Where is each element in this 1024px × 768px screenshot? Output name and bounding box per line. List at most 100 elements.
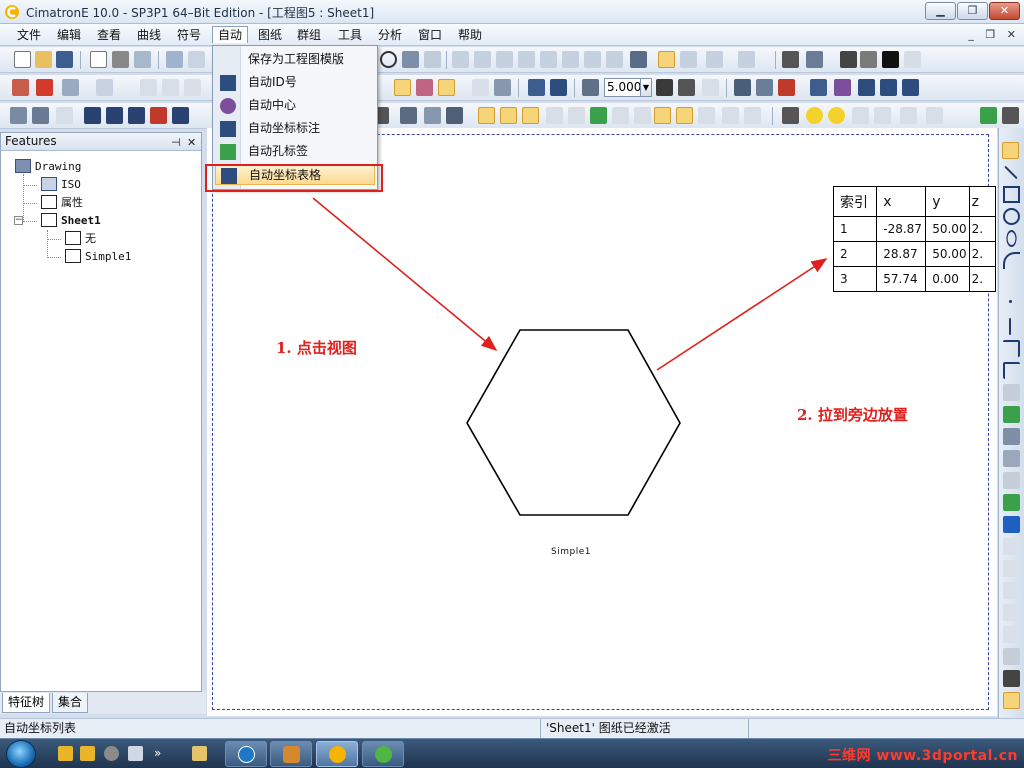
menu-item-auto-center[interactable]: 自动中心 [215, 95, 375, 116]
edit-1-icon[interactable] [140, 79, 157, 96]
close-button[interactable]: ✕ [989, 2, 1020, 20]
quicklaunch-4-icon[interactable] [128, 746, 143, 761]
spline-tool-icon[interactable] [1003, 274, 1020, 291]
bulb-2-icon[interactable] [828, 107, 845, 124]
view-cube-4-icon[interactable] [518, 51, 535, 68]
extend-tool-icon[interactable] [1003, 406, 1020, 423]
line-width-icon[interactable] [860, 51, 877, 68]
forward-icon[interactable] [874, 107, 891, 124]
menu-curve[interactable]: 曲线 [132, 27, 166, 44]
section-icon[interactable] [738, 51, 755, 68]
cursor-icon[interactable] [96, 79, 113, 96]
weld-icon[interactable] [150, 107, 167, 124]
mirror-tool-icon[interactable] [1003, 450, 1020, 467]
open-file-icon[interactable] [35, 51, 52, 68]
bulb-off-icon[interactable] [782, 107, 799, 124]
arc-tool-icon[interactable] [1003, 252, 1020, 269]
save-icon[interactable] [56, 51, 73, 68]
snap-perp-icon[interactable] [612, 107, 629, 124]
view-cube-5-icon[interactable] [540, 51, 557, 68]
auto-hole-icon[interactable] [880, 79, 897, 96]
menu-item-auto-hole-label[interactable]: 自动孔标签 [215, 141, 375, 162]
add-sheet-icon[interactable] [980, 107, 997, 124]
dim-1-icon[interactable] [734, 79, 751, 96]
panel-close-icon[interactable]: ✕ [187, 134, 196, 151]
tangent-tool-icon[interactable] [1003, 648, 1020, 665]
table-edit-icon[interactable] [528, 79, 545, 96]
tree-item-sheet1[interactable]: Sheet1 [41, 213, 101, 229]
taskbar-overflow[interactable]: » [154, 746, 161, 760]
line-tool-icon[interactable] [1004, 165, 1018, 180]
snap-point-icon[interactable] [394, 79, 411, 96]
rectangle-tool-icon[interactable] [1003, 186, 1020, 203]
snap-tangent-icon[interactable] [546, 107, 563, 124]
coordinate-table[interactable]: 索引 x y z 1 -28.87 50.00 2. 2 28.87 50.00… [833, 186, 996, 292]
mdi-window-controls[interactable]: _ ❐ ✕ [968, 28, 1020, 41]
pen-icon[interactable] [840, 51, 857, 68]
scale-dropdown-icon[interactable]: ▼ [640, 78, 652, 97]
bulb-on-icon[interactable] [806, 107, 823, 124]
tree-item-drawing[interactable]: Drawing [15, 159, 81, 175]
view-cube-8-icon[interactable] [606, 51, 623, 68]
quicklaunch-1-icon[interactable] [58, 746, 73, 761]
menu-auto[interactable]: 自动 [212, 26, 249, 43]
leader-icon[interactable] [172, 107, 189, 124]
crop-tool-icon[interactable] [1003, 604, 1020, 621]
pan-icon[interactable] [402, 51, 419, 68]
view-cube-7-icon[interactable] [584, 51, 601, 68]
ruler-icon[interactable] [10, 107, 27, 124]
menu-item-auto-ordinate[interactable]: 自动坐标标注 [215, 118, 375, 139]
tools-tool-icon[interactable] [1003, 670, 1020, 687]
rotate-view-icon[interactable] [424, 51, 441, 68]
block-tool-icon[interactable] [1003, 428, 1020, 445]
scale-icon[interactable] [582, 79, 599, 96]
check-icon[interactable] [84, 107, 101, 124]
bom-icon[interactable] [550, 79, 567, 96]
settings-icon[interactable] [926, 107, 943, 124]
snap-quadrant-icon[interactable] [568, 107, 585, 124]
polar-icon[interactable] [676, 107, 693, 124]
quicklaunch-3-icon[interactable] [104, 746, 119, 761]
dim-delete-icon[interactable] [778, 79, 795, 96]
break-tool-icon[interactable] [1003, 582, 1020, 599]
snap-box-icon[interactable] [698, 107, 715, 124]
snap-grid-icon[interactable] [416, 79, 433, 96]
select-box-icon[interactable] [62, 79, 79, 96]
detail-tool-icon[interactable] [1003, 560, 1020, 577]
redo-icon[interactable] [188, 51, 205, 68]
format-3-icon[interactable] [702, 79, 719, 96]
snap-end-icon[interactable] [478, 107, 495, 124]
layer-icon[interactable] [904, 51, 921, 68]
select-filter-icon[interactable] [12, 79, 29, 96]
history-icon[interactable] [900, 107, 917, 124]
hatch-tool-icon[interactable] [1003, 472, 1020, 489]
menu-group[interactable]: 群组 [292, 27, 326, 44]
task-app-2[interactable] [270, 741, 312, 767]
view-cube-2-icon[interactable] [474, 51, 491, 68]
pattern-tool-icon[interactable] [1003, 626, 1020, 643]
tree-item-none[interactable]: 无 [65, 231, 96, 247]
menu-file[interactable]: 文件 [12, 27, 46, 44]
shaded-view-icon[interactable] [658, 51, 675, 68]
tree-item-simple1[interactable]: Simple1 [65, 249, 131, 265]
line-thickness-icon[interactable] [882, 51, 899, 68]
probe-icon[interactable] [494, 79, 511, 96]
trim-tool-icon[interactable] [1003, 384, 1020, 401]
grid-icon[interactable] [446, 107, 463, 124]
ortho-icon[interactable] [654, 107, 671, 124]
wireframe-icon[interactable] [680, 51, 697, 68]
sketch-icon[interactable] [32, 107, 49, 124]
measure-icon[interactable] [472, 79, 489, 96]
plugin-icon[interactable] [1002, 107, 1019, 124]
angle-icon[interactable] [128, 107, 145, 124]
menu-help[interactable]: 帮助 [453, 27, 487, 44]
dimension-tool-icon[interactable] [1003, 516, 1020, 533]
display-mode-icon[interactable] [706, 51, 723, 68]
view-cube-1-icon[interactable] [452, 51, 469, 68]
group-tool-icon[interactable] [1003, 538, 1020, 555]
minimize-button[interactable]: ▁ [925, 2, 956, 20]
task-cimatron[interactable] [316, 741, 358, 767]
sheet-expander[interactable]: − [14, 216, 23, 225]
auto-center-icon[interactable] [834, 79, 851, 96]
render-icon[interactable] [630, 51, 647, 68]
